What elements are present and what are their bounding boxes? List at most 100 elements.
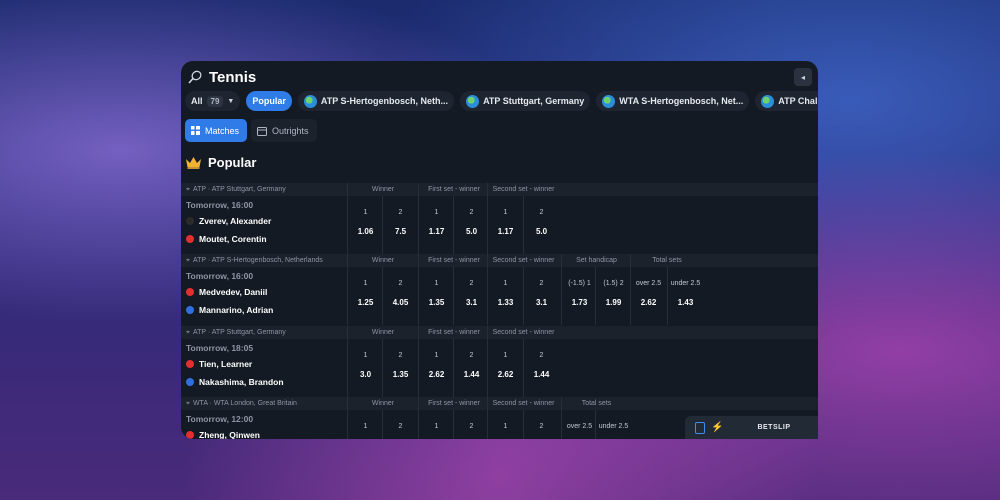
league-label[interactable]: ⌖ ATP · ATP Stuttgart, Germany [186,326,344,339]
odds-label: 1 [434,209,439,216]
match-card: ⌖ ATP · ATP Stuttgart, Germany Winner First… [181,183,818,254]
chip-wta-hertogenbosch[interactable]: WTA S-Hertogenbosch, Net... [596,91,750,111]
odds-button[interactable]: 1 [347,410,383,439]
market-group-label: Winner [347,397,418,410]
odds-button[interactable]: 2 5.0 [453,196,489,254]
odds-button[interactable]: over 2.5 [561,410,597,439]
match-time: Tomorrow, 18:05 [186,343,254,353]
odds-label: under 2.5 [670,280,701,287]
team-text: Nakashima, Brandon [199,377,284,387]
odds-label: (1.5) 2 [603,280,624,287]
odds-label: 1 [363,423,368,430]
odds-button[interactable]: 1 3.0 [347,339,383,397]
odds-label: 1 [503,280,508,287]
chip-popular[interactable]: Popular [246,91,292,111]
league-label[interactable]: ⌖ WTA · WTA London, Great Britain [186,397,344,410]
calendar-icon [257,126,268,136]
odds-label: over 2.5 [566,423,593,430]
tab-matches[interactable]: Matches [185,119,248,142]
tennis-racket-icon [188,70,202,84]
odds-button[interactable]: 2 1.44 [523,339,559,397]
odds-button[interactable]: 2 [382,410,418,439]
odds-label: over 2.5 [635,280,662,287]
odds-button[interactable]: 2 4.05 [382,267,418,325]
odds-button[interactable]: under 2.5 [595,410,631,439]
odds-button[interactable]: 1 1.06 [347,196,383,254]
team-name[interactable]: Medvedev, Daniil [186,287,267,297]
tennis-racket-icon: ⌖ [186,185,190,193]
team-name[interactable]: Tien, Learner [186,359,252,369]
odds-value: 5.0 [465,227,478,236]
collapse-button[interactable]: ◂ [794,68,812,86]
betslip-bar[interactable]: ⚡ BETSLIP [685,416,818,439]
odds-button[interactable]: 1 2.62 [418,339,454,397]
odds-label: (-1.5) 1 [568,280,591,287]
odds-button[interactable]: 1 2.62 [487,339,523,397]
section-title: Popular [208,155,257,170]
odds-button[interactable]: 1 [487,410,523,439]
chip-all-count: 79 [206,95,224,107]
odds-button[interactable]: 2 1.44 [453,339,489,397]
match-header: ⌖ ATP · ATP S-Hertogenbosch, Netherlands W… [181,254,818,267]
odds-button[interactable]: 2 1.35 [382,339,418,397]
chip-atp-hertogenbosch[interactable]: ATP S-Hertogenbosch, Neth... [297,91,455,111]
match-time: Tomorrow, 16:00 [186,200,254,210]
odds-value: 1.35 [392,370,409,379]
odds-value: 5.0 [535,227,548,236]
odds-label: 2 [539,352,544,359]
league-text: ATP · ATP Stuttgart, Germany [192,329,286,336]
odds-button[interactable]: 2 [453,410,489,439]
market-group-label: First set - winner [418,183,489,196]
odds-label: 1 [434,280,439,287]
odds-button[interactable]: over 2.5 2.62 [630,267,666,325]
team-name[interactable]: Mannarino, Adrian [186,305,273,315]
odds-button[interactable]: 2 5.0 [523,196,559,254]
market-group-label: Second set - winner [487,183,559,196]
match-card: ⌖ ATP · ATP S-Hertogenbosch, Netherlands W… [181,254,818,325]
team-name[interactable]: Moutet, Corentin [186,234,267,244]
odds-button[interactable]: 1 1.17 [487,196,523,254]
odds-button[interactable]: (1.5) 2 1.99 [595,267,631,325]
odds-label: under 2.5 [598,423,629,430]
odds-button[interactable]: under 2.5 1.43 [667,267,703,325]
chip-atp-stuttgart[interactable]: ATP Stuttgart, Germany [460,91,591,111]
odds-value: 1.25 [357,298,374,307]
odds-value: 2.62 [497,370,514,379]
odds-button[interactable]: 1 1.35 [418,267,454,325]
chip-atp-challenger[interactable]: ATP Challenger Br [755,91,818,111]
tab-outrights[interactable]: Outrights [251,119,317,142]
match-header: ⌖ ATP · ATP Stuttgart, Germany Winner First… [181,183,818,196]
market-group-label: Second set - winner [487,397,559,410]
odds-button[interactable]: (-1.5) 1 1.73 [561,267,597,325]
tennis-racket-icon: ⌖ [186,256,190,264]
odds-button[interactable]: 2 3.1 [453,267,489,325]
chip-all[interactable]: All 79 ▼ [185,91,241,111]
market-group-label: Winner [347,254,418,267]
odds-label: 1 [363,280,368,287]
odds-button[interactable]: 1 [418,410,454,439]
odds-button[interactable]: 2 [523,410,559,439]
section-header: Popular [185,155,256,170]
market-group-label: First set - winner [418,397,489,410]
team-name[interactable]: Nakashima, Brandon [186,377,284,387]
team-text: Moutet, Corentin [199,234,267,244]
odds-button[interactable]: 1 1.17 [418,196,454,254]
flag-icon [186,217,194,225]
odds-value: 1.35 [428,298,445,307]
odds-button[interactable]: 2 7.5 [382,196,418,254]
league-label[interactable]: ⌖ ATP · ATP S-Hertogenbosch, Netherlands [186,254,344,267]
odds-value: 1.44 [533,370,550,379]
odds-label: 2 [398,423,403,430]
team-name[interactable]: Zheng, Qinwen [186,430,260,439]
team-name[interactable]: Zverev, Alexander [186,216,271,226]
odds-button[interactable]: 1 1.25 [347,267,383,325]
league-label[interactable]: ⌖ ATP · ATP Stuttgart, Germany [186,183,344,196]
match-time: Tomorrow, 16:00 [186,271,254,281]
odds-button[interactable]: 1 1.33 [487,267,523,325]
odds-button[interactable]: 2 3.1 [523,267,559,325]
match-card: ⌖ ATP · ATP Stuttgart, Germany Winner First… [181,326,818,397]
market-group-label: Set handicap [561,254,631,267]
team-text: Zheng, Qinwen [199,430,260,439]
match-header: ⌖ WTA · WTA London, Great Britain Winner Fi… [181,397,818,410]
odds-value: 3.1 [465,298,478,307]
